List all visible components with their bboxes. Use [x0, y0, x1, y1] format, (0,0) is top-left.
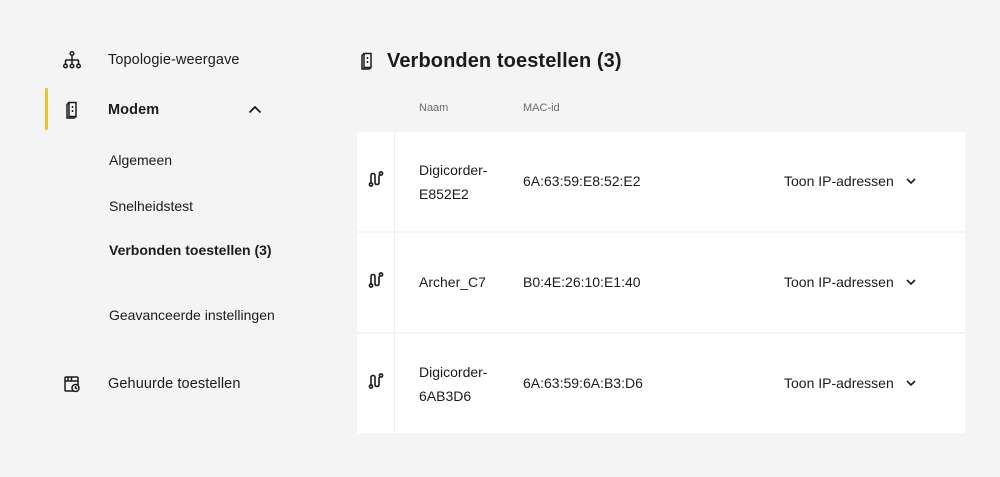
chevron-down-icon — [904, 275, 918, 289]
sidebar-subitem-geavanceerde-instellingen[interactable]: Geavanceerde instellingen — [109, 305, 279, 326]
chevron-down-icon — [904, 376, 918, 390]
chevron-up-icon[interactable] — [246, 101, 264, 119]
show-ip-label: Toon IP-adressen — [784, 274, 894, 290]
network-device-icon — [367, 372, 385, 395]
device-row: Digicorder-6AB3D6 6A:63:59:6A:B3:D6 Toon… — [357, 334, 965, 433]
device-row: Archer_C7 B0:4E:26:10:E1:40 Toon IP-adre… — [357, 233, 965, 332]
show-ip-label: Toon IP-adressen — [784, 375, 894, 391]
topology-icon — [62, 50, 82, 70]
page-title-text: Verbonden toestellen (3) — [387, 49, 622, 72]
device-name: Archer_C7 — [419, 274, 486, 290]
sidebar-item-label: Modem — [108, 102, 160, 118]
modem-icon — [62, 100, 82, 120]
sidebar-item-topology[interactable]: Topologie-weergave — [0, 40, 300, 80]
sidebar: Topologie-weergave Modem Algemeen Snelhe… — [0, 0, 330, 477]
column-header-name: Naam — [419, 102, 449, 114]
sidebar-item-label: Topologie-weergave — [108, 52, 240, 68]
show-ip-toggle[interactable]: Toon IP-adressen — [784, 171, 918, 191]
device-row: Digicorder-E852E2 6A:63:59:E8:52:E2 Toon… — [357, 132, 965, 231]
device-name: Digicorder-6AB3D6 — [419, 364, 488, 404]
device-icon-cell — [357, 334, 395, 433]
chevron-down-icon — [904, 174, 918, 188]
network-device-icon — [367, 170, 385, 193]
device-icon-cell — [357, 132, 395, 231]
show-ip-label: Toon IP-adressen — [784, 173, 894, 189]
sidebar-subitem-verbonden-toestellen[interactable]: Verbonden toestellen (3) — [109, 240, 279, 261]
device-mac: 6A:63:59:6A:B3:D6 — [523, 375, 643, 391]
show-ip-toggle[interactable]: Toon IP-adressen — [784, 373, 918, 393]
sidebar-item-modem[interactable]: Modem — [0, 90, 300, 130]
column-header-mac: MAC-id — [523, 102, 560, 114]
rented-devices-icon — [62, 374, 82, 394]
sidebar-item-rented-devices[interactable]: Gehuurde toestellen — [0, 364, 300, 404]
device-mac: B0:4E:26:10:E1:40 — [523, 274, 641, 290]
device-icon-cell — [357, 233, 395, 332]
show-ip-toggle[interactable]: Toon IP-adressen — [784, 272, 918, 292]
device-mac: 6A:63:59:E8:52:E2 — [523, 173, 641, 189]
sidebar-item-label: Gehuurde toestellen — [108, 376, 241, 392]
modem-icon — [357, 51, 377, 71]
device-name: Digicorder-E852E2 — [419, 162, 488, 202]
network-device-icon — [367, 271, 385, 294]
sidebar-subitem-snelheidstest[interactable]: Snelheidstest — [109, 196, 279, 217]
page-title: Verbonden toestellen (3) — [357, 46, 622, 76]
sidebar-subitem-algemeen[interactable]: Algemeen — [109, 150, 279, 171]
